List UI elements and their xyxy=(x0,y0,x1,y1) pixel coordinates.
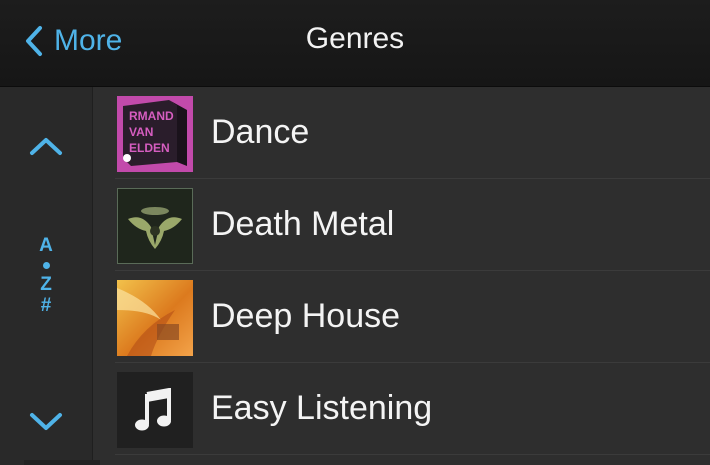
index-separator-dot xyxy=(42,262,50,269)
genre-row-dance[interactable]: RMAND VAN ELDEN Dance xyxy=(93,87,710,179)
music-note-icon xyxy=(117,372,193,448)
nav-bar: More Genres xyxy=(0,0,710,87)
genre-list: RMAND VAN ELDEN Dance Death Metal Deep H… xyxy=(93,87,710,465)
genre-label: Dance xyxy=(211,113,310,151)
genre-row-deep-house[interactable]: Deep House xyxy=(93,271,710,363)
index-letters[interactable]: A Z # xyxy=(0,235,92,316)
chevron-up-icon[interactable] xyxy=(26,131,66,161)
genre-label: Deep House xyxy=(211,297,401,335)
page-title: Genres xyxy=(305,22,405,55)
index-letter-hash[interactable]: # xyxy=(41,295,52,316)
album-art-dance: RMAND VAN ELDEN xyxy=(117,96,193,172)
genre-label: Death Metal xyxy=(211,205,395,243)
next-row-artwork-partial xyxy=(24,460,100,465)
svg-text:VAN: VAN xyxy=(129,125,153,139)
row-divider xyxy=(115,454,710,455)
genre-row-easy-listening[interactable]: Easy Listening xyxy=(93,363,710,455)
svg-text:ELDEN: ELDEN xyxy=(129,141,170,155)
album-art-deep-house xyxy=(117,280,193,356)
alphabet-index-bar[interactable]: A Z # xyxy=(0,87,93,465)
genre-row-death-metal[interactable]: Death Metal xyxy=(93,179,710,271)
index-letter-a[interactable]: A xyxy=(39,235,53,256)
svg-text:RMAND: RMAND xyxy=(129,109,174,123)
index-letter-z[interactable]: Z xyxy=(40,274,52,295)
album-art-death-metal xyxy=(117,188,193,264)
chevron-down-icon[interactable] xyxy=(26,407,66,437)
genre-label: Easy Listening xyxy=(211,389,433,427)
